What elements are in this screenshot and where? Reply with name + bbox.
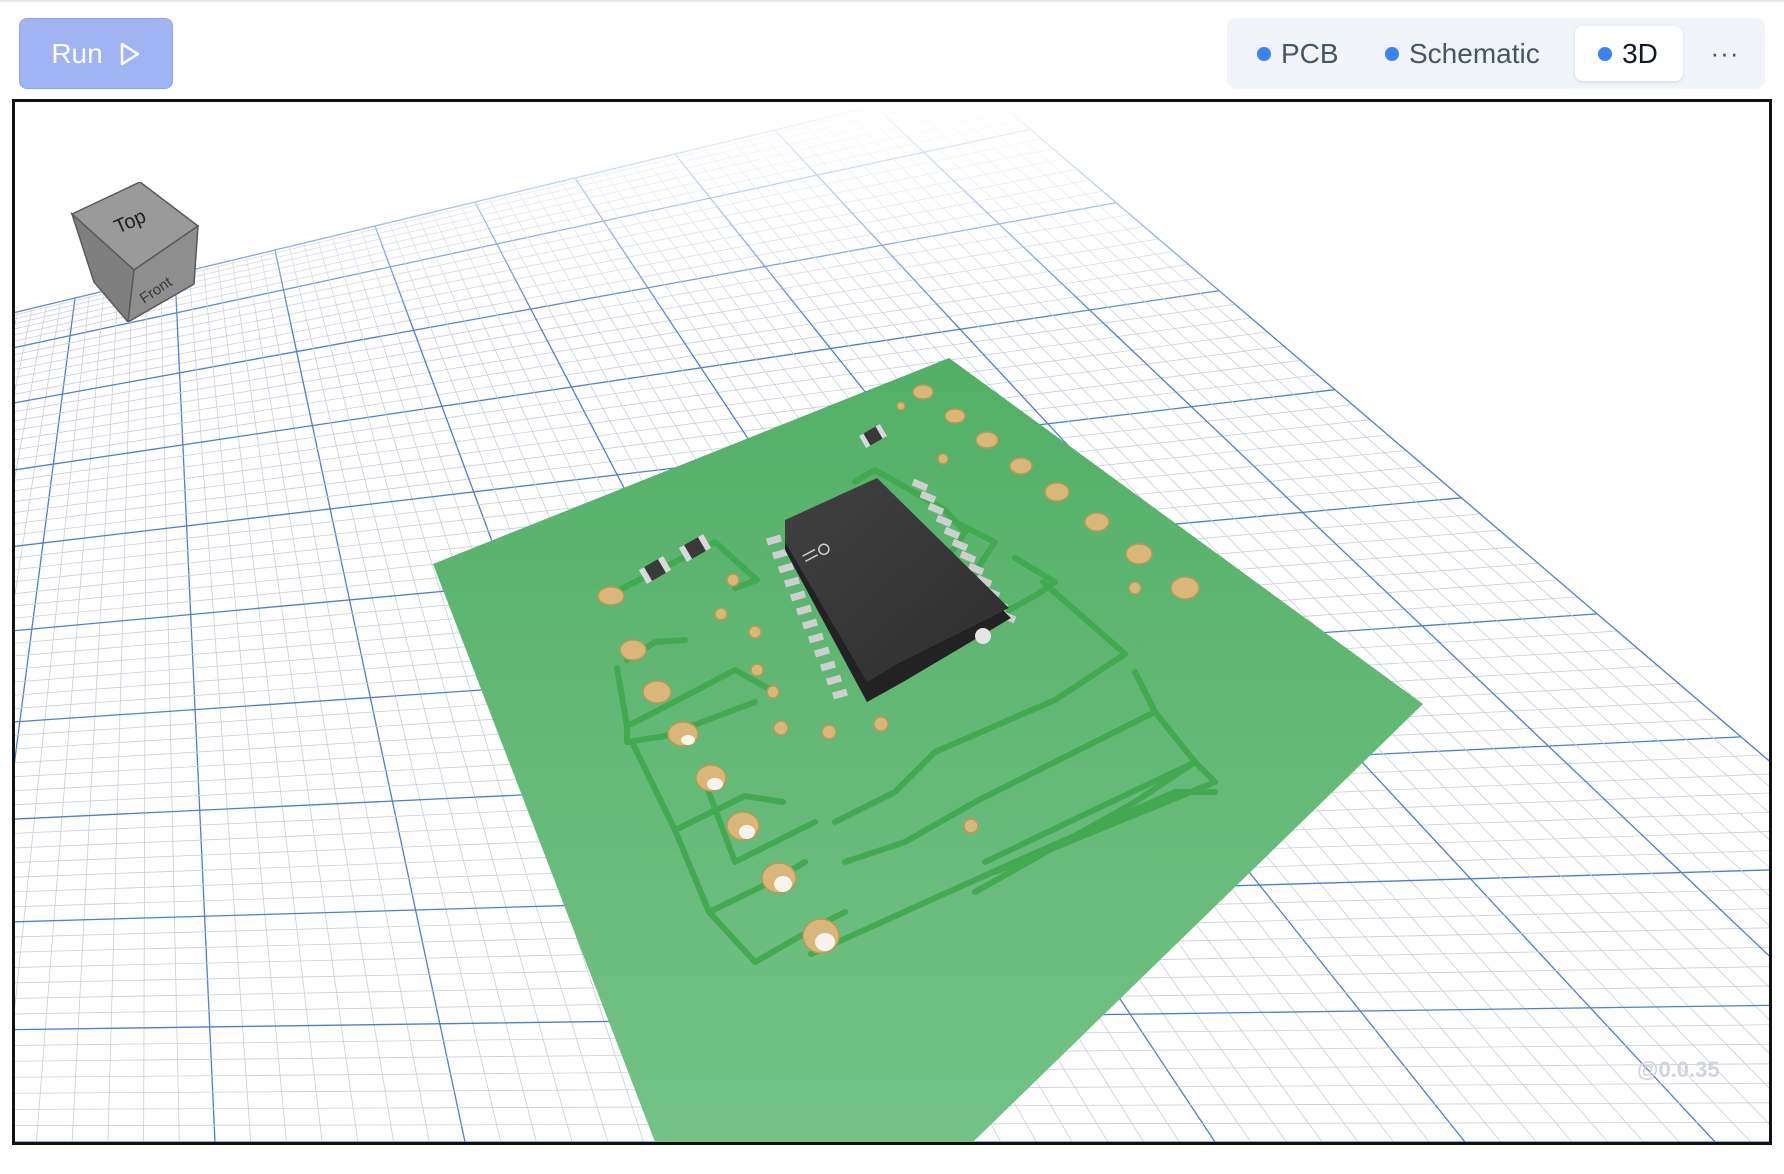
tab-schematic-dot-icon [1385,46,1399,61]
page-top-border [0,0,1784,2]
tab-pcb[interactable]: PCB [1257,26,1339,81]
version-label: @0.0.35 [1637,1057,1720,1082]
tab-3d-dot-icon [1598,46,1613,61]
tab-3d-label: 3D [1622,37,1658,69]
run-label: Run [51,37,103,69]
view-tabs: PCB Schematic 3D ··· [1227,18,1765,89]
tab-schematic-label: Schematic [1409,37,1540,69]
tab-pcb-label: PCB [1281,37,1339,69]
tab-pcb-dot-icon [1257,46,1271,61]
more-icon: ··· [1710,38,1740,68]
3d-scene[interactable] [15,102,1769,1142]
tab-3d[interactable]: 3D [1575,26,1683,81]
play-icon [120,42,139,65]
run-button[interactable]: Run [19,18,173,89]
3d-viewport[interactable]: Top Front @0.0.35 [12,99,1772,1145]
view-cube-icon[interactable]: Top Front [70,182,220,322]
tab-schematic[interactable]: Schematic [1385,26,1540,81]
more-button[interactable]: ··· [1699,26,1751,81]
